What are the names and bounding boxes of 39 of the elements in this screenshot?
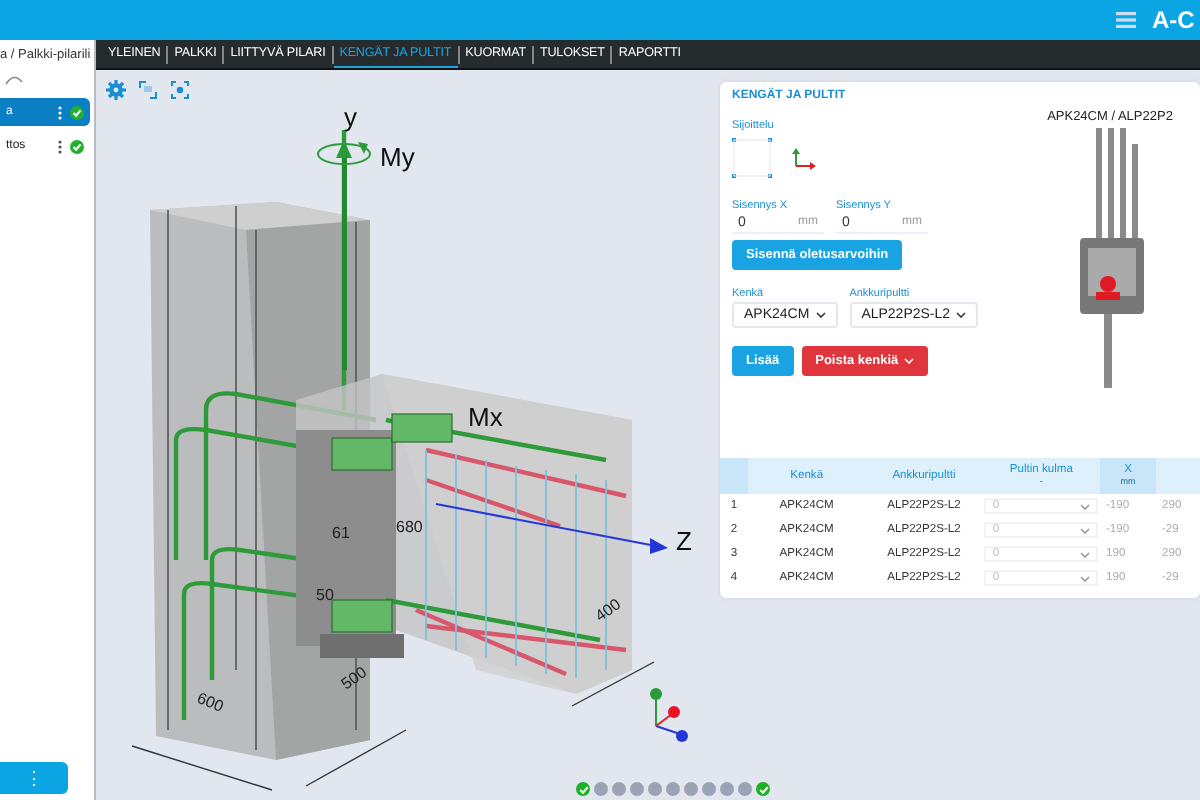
step-indicator[interactable] xyxy=(684,782,698,796)
caret-icon xyxy=(815,312,826,318)
step-indicator[interactable] xyxy=(630,782,644,796)
caret-icon xyxy=(904,358,915,364)
step-indicator[interactable] xyxy=(666,782,680,796)
view-2d-icon[interactable] xyxy=(138,80,158,100)
step-indicator[interactable] xyxy=(576,782,590,796)
placement-selector-icon[interactable] xyxy=(732,138,772,178)
check-icon xyxy=(70,139,84,153)
menu-icon[interactable] xyxy=(1116,12,1136,28)
app-logo: A-C xyxy=(1152,6,1197,34)
dimension-label: 50 xyxy=(316,586,334,604)
caret-icon xyxy=(956,312,967,318)
step-indicator[interactable] xyxy=(648,782,662,796)
axis-label: Mx xyxy=(468,402,503,432)
dimension-label: 400 xyxy=(591,595,625,626)
dimension-label: 500 xyxy=(337,663,371,694)
dimension-label: 61 xyxy=(332,524,350,542)
step-indicator[interactable] xyxy=(738,782,752,796)
step-indicator[interactable] xyxy=(612,782,626,796)
step-indicator[interactable] xyxy=(720,782,734,796)
caret-icon xyxy=(1080,527,1090,533)
axis-label: My xyxy=(380,142,415,172)
axis-triad-icon xyxy=(650,688,688,742)
axis-label: Z xyxy=(676,526,692,556)
axis-label: y xyxy=(344,102,357,132)
step-indicator[interactable] xyxy=(702,782,716,796)
step-indicator[interactable] xyxy=(594,782,608,796)
check-icon xyxy=(70,105,84,119)
caret-icon xyxy=(1080,575,1090,581)
dimension-label: 600 xyxy=(194,689,226,716)
caret-icon xyxy=(1080,551,1090,557)
settings-icon[interactable] xyxy=(106,80,126,100)
caret-icon xyxy=(1080,503,1090,509)
dimension-label: 680 xyxy=(396,518,423,536)
axis-icon xyxy=(792,147,816,169)
step-indicator[interactable] xyxy=(756,782,770,796)
undo-icon[interactable] xyxy=(4,74,24,86)
focus-icon[interactable] xyxy=(170,80,190,100)
